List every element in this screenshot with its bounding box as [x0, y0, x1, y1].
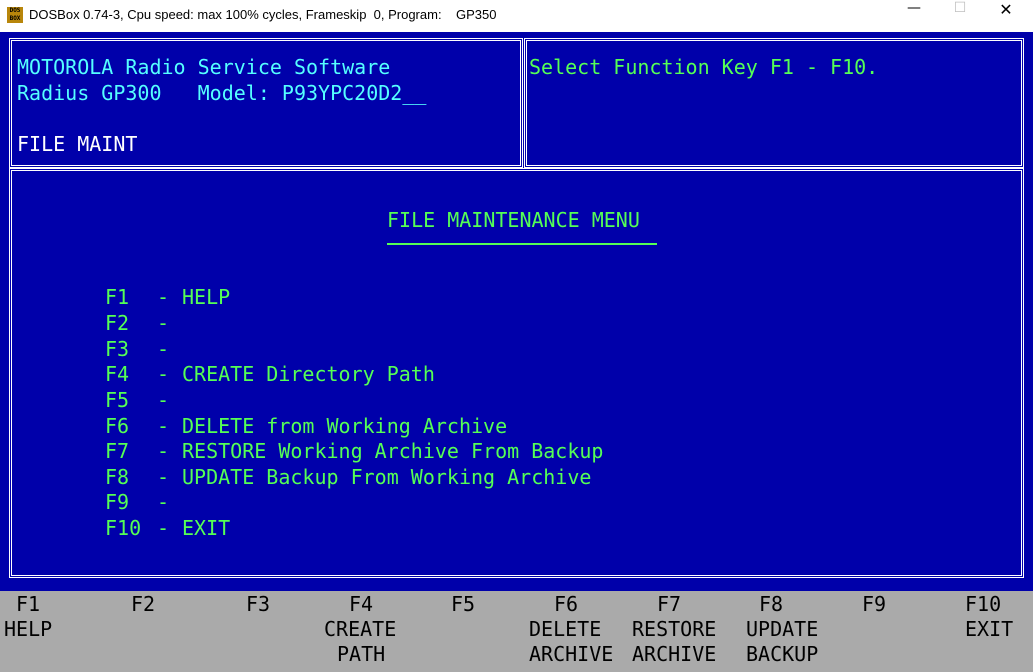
fkey-f10-line1[interactable]: EXIT — [965, 617, 1013, 642]
fkey-f5-key[interactable]: F5 — [451, 592, 475, 617]
close-button[interactable]: ✕ — [983, 0, 1029, 32]
menu-item-label: EXIT — [182, 516, 231, 540]
menu-item-f5[interactable]: F5- — [105, 387, 182, 413]
menu-item-f8[interactable]: F8- UPDATE Backup From Working Archive — [105, 464, 591, 490]
prompt-text: Select Function Key F1 - F10. — [529, 55, 879, 79]
menu-item-label: DELETE from Working Archive — [182, 414, 508, 438]
menu-item-label: UPDATE Backup From Working Archive — [182, 465, 592, 489]
fkey-f10-key[interactable]: F10 — [965, 592, 1001, 617]
fkey-f8-line2[interactable]: BACKUP — [746, 642, 818, 667]
menu-item-key: F3 — [105, 337, 130, 361]
menu-item-f4[interactable]: F4- CREATE Directory Path — [105, 361, 435, 387]
menu-title-underline — [387, 243, 657, 245]
window-title: DOSBox 0.74-3, Cpu speed: max 100% cycle… — [29, 7, 497, 22]
fkey-f7-key[interactable]: F7 — [657, 592, 681, 617]
menu-item-key: F4 — [105, 362, 130, 386]
fkey-f8-line1[interactable]: UPDATE — [746, 617, 818, 642]
menu-item-f2[interactable]: F2- — [105, 310, 182, 336]
dos-screen[interactable]: MOTOROLA Radio Service Software Radius G… — [0, 32, 1033, 672]
menu-item-f1[interactable]: F1- HELP — [105, 284, 230, 310]
menu-title: FILE MAINTENANCE MENU — [387, 208, 640, 232]
menu-item-f7[interactable]: F7- RESTORE Working Archive From Backup — [105, 438, 603, 464]
dosbox-icon: DOS BOX — [7, 7, 23, 23]
menu-item-key: F1 — [105, 285, 130, 309]
mode-label: FILE MAINT — [17, 132, 138, 156]
software-title: MOTOROLA Radio Service Software — [17, 55, 391, 79]
fkey-f3-key[interactable]: F3 — [246, 592, 270, 617]
fkey-f1-key[interactable]: F1 — [16, 592, 40, 617]
menu-item-key: F2 — [105, 311, 130, 335]
fkey-f2-key[interactable]: F2 — [131, 592, 155, 617]
menu-item-f3[interactable]: F3- — [105, 336, 182, 362]
fkey-f4-line2[interactable]: PATH — [337, 642, 385, 667]
fkey-f6-key[interactable]: F6 — [554, 592, 578, 617]
menu-item-key: F6 — [105, 414, 130, 438]
fkey-f7-line1[interactable]: RESTORE — [632, 617, 716, 642]
fkey-f4-line1[interactable]: CREATE — [324, 617, 396, 642]
menu-item-label: RESTORE Working Archive From Backup — [182, 439, 604, 463]
menu-item-f6[interactable]: F6- DELETE from Working Archive — [105, 413, 507, 439]
menu-item-key: F5 — [105, 388, 130, 412]
menu-item-label: HELP — [182, 285, 231, 309]
fkey-f7-line2[interactable]: ARCHIVE — [632, 642, 716, 667]
maximize-button[interactable]: ☐ — [937, 0, 983, 32]
menu-item-key: F8 — [105, 465, 130, 489]
menu-item-key: F9 — [105, 490, 130, 514]
fkey-f1-line1[interactable]: HELP — [4, 617, 52, 642]
menu-item-key: F10 — [105, 516, 142, 540]
fkey-f8-key[interactable]: F8 — [759, 592, 783, 617]
title-bar: DOS BOX DOSBox 0.74-3, Cpu speed: max 10… — [0, 0, 1033, 33]
menu-item-f9[interactable]: F9- — [105, 489, 182, 515]
menu-item-key: F7 — [105, 439, 130, 463]
menu-item-label: CREATE Directory Path — [182, 362, 435, 386]
menu-item-f10[interactable]: F10- EXIT — [105, 515, 230, 541]
fkey-f4-key[interactable]: F4 — [349, 592, 373, 617]
fkey-f6-line2[interactable]: ARCHIVE — [529, 642, 613, 667]
radio-model-line: Radius GP300 Model: P93YPC20D2__ — [17, 81, 427, 105]
fkey-f6-line1[interactable]: DELETE — [529, 617, 601, 642]
minimize-button[interactable]: — — [891, 0, 937, 32]
fkey-f9-key[interactable]: F9 — [862, 592, 886, 617]
